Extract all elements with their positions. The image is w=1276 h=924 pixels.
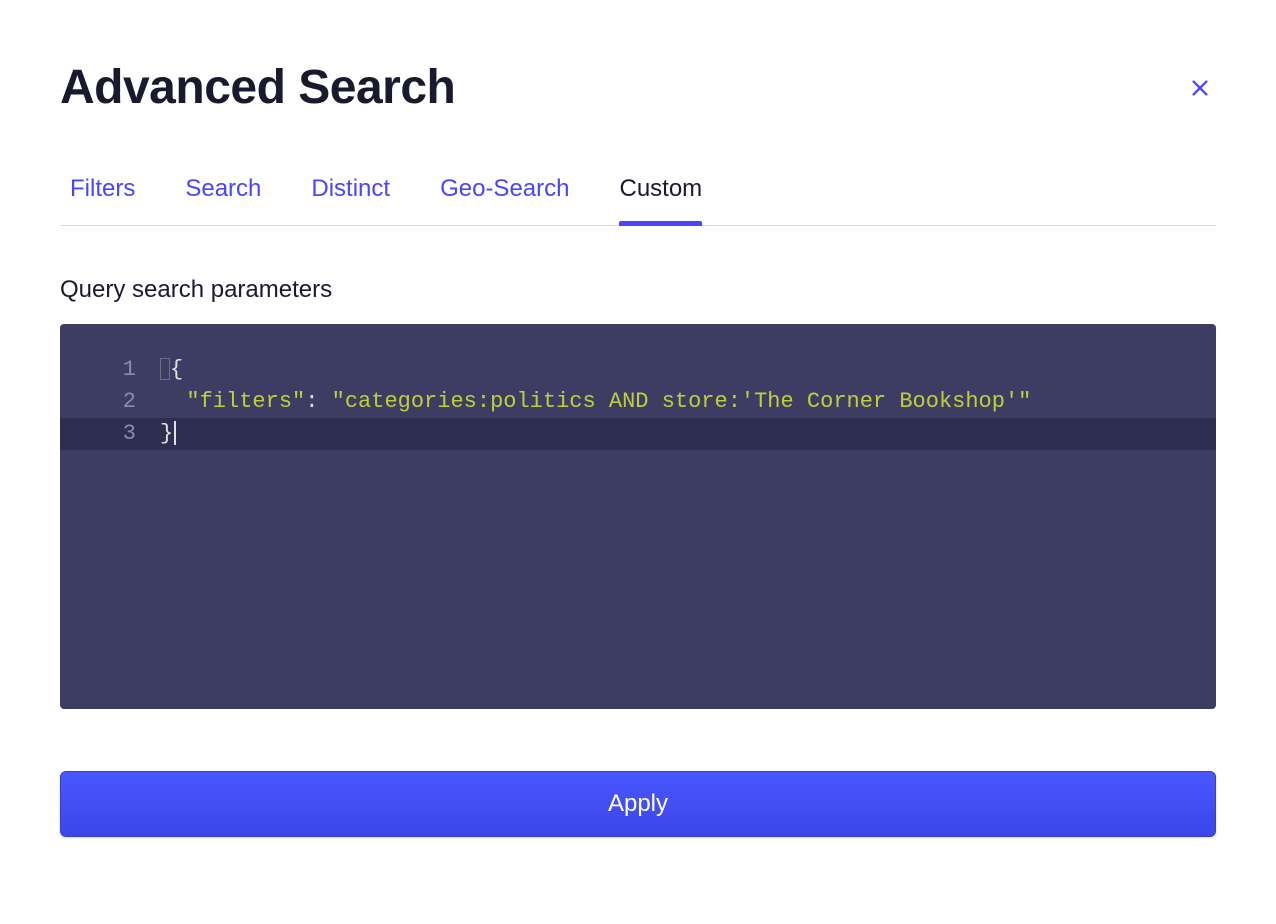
code-content: "filters": "categories:politics AND stor… [160,386,1031,418]
code-line-1: 1 { [60,354,1216,386]
apply-button[interactable]: Apply [60,771,1216,837]
code-line-2: 2 "filters": "categories:politics AND st… [60,386,1216,418]
tab-bar: Filters Search Distinct Geo-Search Custo… [60,175,1216,226]
tab-search[interactable]: Search [185,175,261,225]
close-button[interactable] [1184,72,1216,104]
tab-custom[interactable]: Custom [619,175,702,225]
tab-filters[interactable]: Filters [70,175,135,225]
code-editor[interactable]: 1 { 2 "filters": "categories:politics AN… [60,324,1216,709]
dialog-title: Advanced Search [60,60,455,115]
tab-geo-search[interactable]: Geo-Search [440,175,569,225]
code-content: { [160,354,183,386]
tab-distinct[interactable]: Distinct [311,175,390,225]
dialog-header: Advanced Search [60,60,1216,115]
close-icon [1189,77,1211,99]
line-number: 3 [100,418,160,450]
line-number: 2 [100,386,160,418]
code-line-3: 3 } [60,418,1216,450]
text-cursor [174,421,176,445]
code-content: } [160,418,176,450]
editor-section: Query search parameters 1 { 2 "filters":… [60,276,1216,709]
editor-label: Query search parameters [60,276,1216,304]
line-number: 1 [100,354,160,386]
